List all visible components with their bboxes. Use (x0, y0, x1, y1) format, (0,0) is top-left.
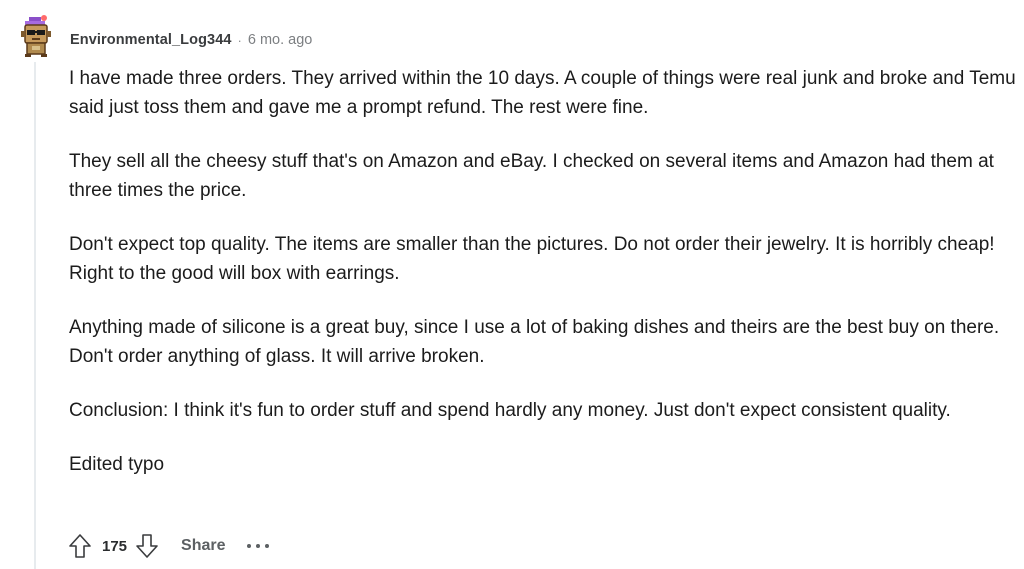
comment-body: I have made three orders. They arrived w… (69, 64, 1019, 504)
comment-paragraph: Edited typo (69, 454, 165, 475)
share-button[interactable]: Share (181, 537, 225, 555)
comment-paragraph: Anything made of silicone is a great buy… (69, 317, 1000, 367)
upvote-button[interactable] (64, 530, 96, 562)
comment-header: Environmental_Log344 · 6 mo. ago (70, 28, 312, 52)
more-options-icon (246, 544, 269, 548)
comment-action-bar: 175 Share (64, 530, 270, 562)
username[interactable]: Environmental_Log344 (70, 32, 232, 48)
comment-paragraph: I have made three orders. They arrived w… (69, 68, 1016, 118)
vote-score: 175 (102, 537, 128, 555)
upvote-arrow-icon (69, 534, 91, 558)
downvote-arrow-icon (136, 534, 158, 558)
comment-paragraph: Conclusion: I think it's fun to order st… (69, 400, 951, 421)
more-options-button[interactable] (246, 534, 270, 558)
thread-line[interactable] (34, 62, 36, 569)
comment-paragraph: Don't expect top quality. The items are … (69, 234, 995, 284)
downvote-button[interactable] (131, 530, 163, 562)
avatar[interactable] (14, 14, 58, 58)
robot-snoo-avatar-icon (21, 15, 51, 57)
comment-paragraph: They sell all the cheesy stuff that's on… (69, 151, 994, 201)
separator-dot: · (237, 32, 242, 48)
timestamp[interactable]: 6 mo. ago (248, 32, 313, 48)
comment: Environmental_Log344 · 6 mo. ago I have … (0, 0, 1024, 569)
